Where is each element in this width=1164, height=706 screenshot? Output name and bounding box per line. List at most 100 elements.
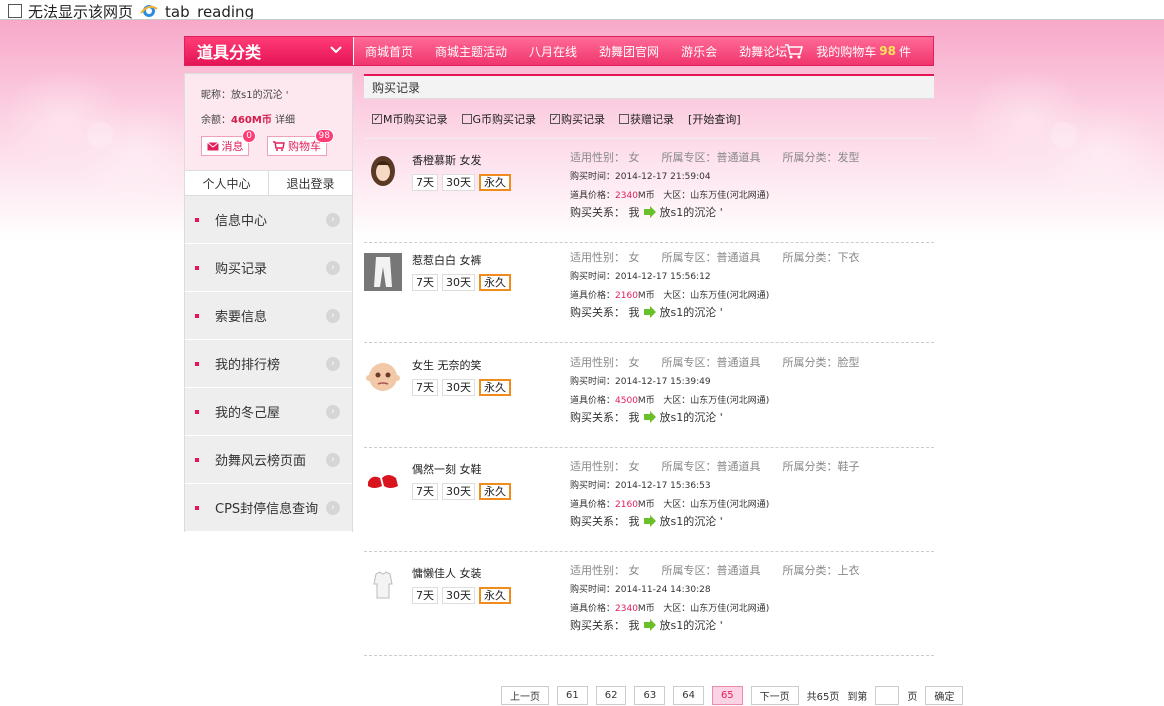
sidebar-item-label: 我的排行榜 bbox=[215, 358, 281, 373]
browser-tab[interactable]: tab_reading bbox=[139, 0, 254, 19]
filter-gift[interactable]: 获赠记录 bbox=[619, 111, 674, 127]
period-permanent[interactable]: 永久 bbox=[479, 483, 511, 500]
bullet-icon bbox=[195, 505, 199, 510]
item-gender: 适用性别： 女 bbox=[570, 460, 640, 473]
period-30d[interactable]: 30天 bbox=[442, 379, 475, 396]
nav-link-events[interactable]: 商城主题活动 bbox=[435, 43, 507, 60]
shoes-icon bbox=[368, 475, 398, 488]
item-category: 所属分类：上衣 bbox=[782, 564, 860, 577]
item-zone: 所属专区：普通道具 bbox=[661, 356, 761, 369]
relation-label: 购买关系： 我 bbox=[570, 411, 640, 424]
sidebar-item-leaderboard-page[interactable]: 劲舞风云榜页面 › bbox=[185, 436, 352, 484]
period-30d[interactable]: 30天 bbox=[442, 174, 475, 191]
sidebar-item-purchase-records[interactable]: 购买记录 › bbox=[185, 244, 352, 292]
sidebar-item-label: 购买记录 bbox=[215, 262, 268, 277]
nickname: 昵称：放s1的沉沦 ' bbox=[201, 90, 289, 101]
item-region: 大区：山东万佳(河北网通) bbox=[663, 291, 770, 301]
period-options: 7天 30天 永久 bbox=[412, 483, 511, 500]
chevron-right-icon: › bbox=[326, 356, 340, 371]
item-name: 女生 无奈的笑 bbox=[412, 359, 482, 372]
period-options: 7天 30天 永久 bbox=[412, 379, 511, 396]
start-query-link[interactable]: [开始查询] bbox=[688, 111, 741, 127]
checkbox[interactable] bbox=[619, 114, 630, 124]
message-button[interactable]: 消息 0 bbox=[201, 129, 256, 156]
period-permanent[interactable]: 永久 bbox=[479, 174, 511, 191]
period-permanent[interactable]: 永久 bbox=[479, 274, 511, 291]
cart-button[interactable]: 购物车 98 bbox=[267, 129, 334, 156]
checkbox-checked[interactable]: ✓ bbox=[550, 114, 561, 124]
item-category: 所属分类：下衣 bbox=[782, 251, 860, 264]
nav-link-official[interactable]: 劲舞团官网 bbox=[599, 43, 659, 60]
current-page-button[interactable]: 65 bbox=[711, 686, 743, 705]
nav-link-online[interactable]: 八月在线 bbox=[529, 43, 577, 60]
period-7d[interactable]: 7天 bbox=[412, 587, 438, 604]
goto-label: 到第 bbox=[847, 692, 868, 703]
browser-tab-title: tab_reading bbox=[165, 3, 255, 20]
sidebar-item-rankings[interactable]: 我的排行榜 › bbox=[185, 340, 352, 388]
filter-label: G币购买记录 bbox=[472, 113, 537, 126]
tab-personal-center[interactable]: 个人中心 bbox=[185, 171, 269, 195]
page-button[interactable]: 64 bbox=[673, 686, 704, 705]
nav-link-party[interactable]: 游乐会 bbox=[681, 43, 717, 60]
period-30d[interactable]: 30天 bbox=[442, 274, 475, 291]
prev-page-button[interactable]: 上一页 bbox=[501, 686, 549, 705]
page-button[interactable]: 63 bbox=[634, 686, 666, 705]
browser-tab-strip: 无法显示该网页 tab_reading bbox=[0, 0, 1164, 20]
price-value: 2340 bbox=[615, 604, 638, 614]
detail-link[interactable]: 详细 bbox=[275, 115, 295, 126]
tab-logout[interactable]: 退出登录 bbox=[269, 171, 352, 195]
price-value: 4500 bbox=[615, 396, 638, 406]
category-menu-button[interactable]: 道具分类 bbox=[185, 37, 354, 65]
nav-link-forum[interactable]: 劲舞论坛 bbox=[739, 43, 787, 60]
period-7d[interactable]: 7天 bbox=[412, 379, 438, 396]
period-30d[interactable]: 30天 bbox=[442, 483, 475, 500]
relation-target: 放s1的沉沦 ' bbox=[659, 515, 723, 528]
item-region: 大区：山东万佳(河北网通) bbox=[663, 604, 770, 614]
shirt-icon bbox=[373, 571, 393, 599]
page-button[interactable]: 61 bbox=[557, 686, 588, 705]
price-unit: M币 bbox=[637, 191, 655, 201]
period-options: 7天 30天 永久 bbox=[412, 274, 511, 291]
period-7d[interactable]: 7天 bbox=[412, 274, 438, 291]
period-permanent[interactable]: 永久 bbox=[479, 587, 511, 604]
period-30d[interactable]: 30天 bbox=[442, 587, 475, 604]
sidebar-item-request-info[interactable]: 索要信息 › bbox=[185, 292, 352, 340]
hair-icon bbox=[371, 156, 395, 186]
page-button[interactable]: 62 bbox=[595, 686, 627, 705]
my-cart-link[interactable]: 我的购物车 98 件 bbox=[784, 37, 911, 65]
item-time: 购买时间：2014-12-17 15:39:49 bbox=[570, 377, 711, 387]
item-name: 香橙慕斯 女发 bbox=[412, 154, 482, 167]
confirm-button[interactable]: 确定 bbox=[925, 686, 964, 705]
item-time: 购买时间：2014-12-17 21:59:04 bbox=[570, 172, 711, 182]
next-page-button[interactable]: 下一页 bbox=[750, 686, 799, 705]
checkbox-checked[interactable]: ✓ bbox=[372, 114, 382, 124]
sidebar-item-cps-ban-query[interactable]: CPS封停信息查询 › bbox=[185, 484, 352, 532]
item-zone: 所属专区：普通道具 bbox=[661, 251, 761, 264]
price-unit: M币 bbox=[637, 604, 655, 614]
category-label: 道具分类 bbox=[197, 43, 262, 62]
nav-link-home[interactable]: 商城首页 bbox=[365, 43, 413, 60]
sidebar-item-house[interactable]: 我的冬己屋 › bbox=[185, 388, 352, 436]
filter-g-coin[interactable]: G币购买记录 bbox=[461, 111, 537, 127]
checkbox[interactable] bbox=[461, 114, 472, 124]
filter-m-coin[interactable]: ✓ M币购买记录 bbox=[372, 111, 448, 127]
filter-purchase[interactable]: ✓ 购买记录 bbox=[550, 111, 605, 127]
browser-tab[interactable]: 无法显示该网页 bbox=[8, 0, 133, 19]
balance-value: 460M币 bbox=[231, 115, 272, 126]
goto-page-input[interactable] bbox=[875, 686, 900, 705]
bullet-icon bbox=[195, 265, 199, 270]
chevron-right-icon: › bbox=[326, 404, 340, 419]
cart-unit: 件 bbox=[898, 44, 911, 59]
sidebar-item-info-center[interactable]: 信息中心 › bbox=[185, 196, 352, 244]
balance-label: 余额： bbox=[201, 115, 231, 126]
item-category: 所属分类：鞋子 bbox=[782, 460, 860, 473]
bullet-icon bbox=[195, 361, 199, 366]
bullet-icon bbox=[195, 313, 199, 318]
item-gender: 适用性别： 女 bbox=[570, 151, 640, 164]
period-7d[interactable]: 7天 bbox=[412, 174, 438, 191]
arrow-right-icon bbox=[643, 515, 656, 527]
period-permanent[interactable]: 永久 bbox=[479, 379, 511, 396]
price-unit: M币 bbox=[637, 396, 655, 406]
relation-target: 放s1的沉沦 ' bbox=[659, 619, 723, 632]
period-7d[interactable]: 7天 bbox=[412, 483, 438, 500]
